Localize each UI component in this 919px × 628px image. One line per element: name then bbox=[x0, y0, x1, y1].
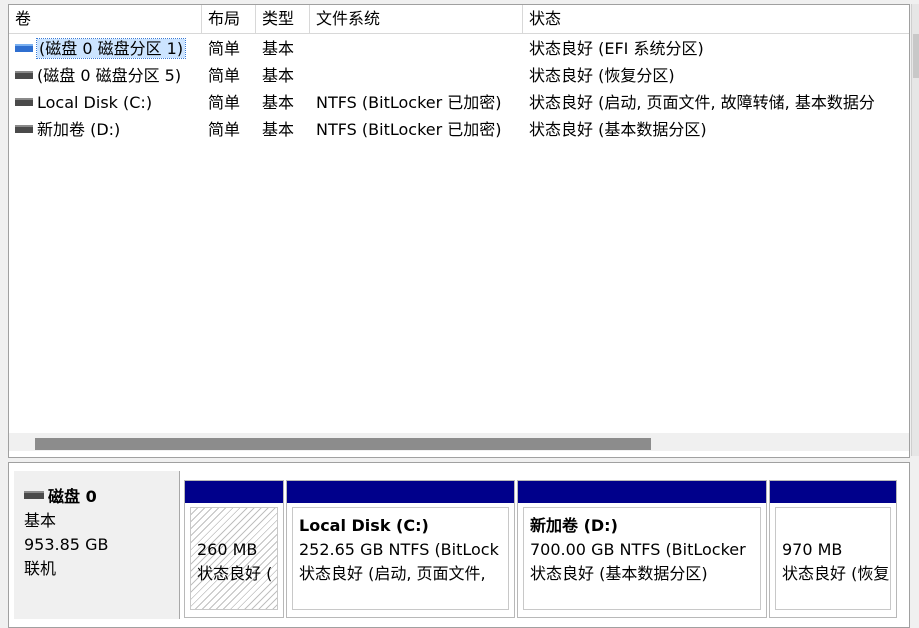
layout-cell: 简单 bbox=[208, 66, 241, 85]
scrollbar-thumb[interactable] bbox=[913, 34, 919, 78]
volume-name-cell: 新加卷 (D:) bbox=[9, 116, 202, 143]
volume-list[interactable]: 卷 布局 类型 文件系统 状态 (磁盘 0 磁盘分区 1) 简单 基本 状态良好… bbox=[8, 4, 910, 458]
volume-name: Local Disk (C:) bbox=[37, 93, 153, 112]
partition-bar bbox=[287, 481, 514, 503]
partition-body: Local Disk (C:) 252.65 GB NTFS (BitLock … bbox=[292, 507, 509, 610]
blue-volume-icon bbox=[15, 43, 33, 52]
filesystem-cell: NTFS (BitLocker 已加密) bbox=[316, 93, 502, 112]
partition-status: 状态良好 (恢复 bbox=[782, 564, 890, 583]
disk-info[interactable]: 磁盘 0 基本 953.85 GB 联机 bbox=[14, 471, 180, 619]
status-cell: 状态良好 (EFI 系统分区) bbox=[529, 39, 704, 58]
type-cell: 基本 bbox=[262, 39, 295, 58]
volume-icon bbox=[15, 97, 33, 106]
partition-size: 970 MB bbox=[782, 540, 843, 559]
partition-bar bbox=[185, 481, 283, 503]
partition-efi[interactable]: 260 MB 状态良好 ( bbox=[184, 480, 284, 618]
disk-map: 磁盘 0 基本 953.85 GB 联机 260 MB 状态良好 ( Local… bbox=[8, 462, 910, 628]
type-cell: 基本 bbox=[262, 66, 295, 85]
volume-icon bbox=[15, 70, 33, 79]
partition-recovery[interactable]: 970 MB 状态良好 (恢复 bbox=[769, 480, 897, 618]
layout-cell: 简单 bbox=[208, 39, 241, 58]
partition-body: 新加卷 (D:) 700.00 GB NTFS (BitLocker 状态良好 … bbox=[523, 507, 761, 610]
table-row[interactable]: (磁盘 0 磁盘分区 5) 简单 基本 状态良好 (恢复分区) bbox=[9, 62, 909, 89]
scrollbar-thumb[interactable] bbox=[35, 438, 651, 450]
volume-icon bbox=[15, 124, 33, 133]
table-row[interactable]: Local Disk (C:) 简单 基本 NTFS (BitLocker 已加… bbox=[9, 89, 909, 116]
layout-cell: 简单 bbox=[208, 93, 241, 112]
filesystem-cell: NTFS (BitLocker 已加密) bbox=[316, 120, 502, 139]
partition-c[interactable]: Local Disk (C:) 252.65 GB NTFS (BitLock … bbox=[286, 480, 515, 618]
horizontal-scrollbar[interactable] bbox=[9, 433, 909, 451]
list-header: 卷 布局 类型 文件系统 状态 bbox=[9, 5, 909, 34]
partition-body: 260 MB 状态良好 ( bbox=[190, 507, 278, 610]
layout-cell: 简单 bbox=[208, 120, 241, 139]
volume-name-cell: (磁盘 0 磁盘分区 1) bbox=[9, 35, 202, 62]
type-cell: 基本 bbox=[262, 93, 295, 112]
volume-name-cell: Local Disk (C:) bbox=[9, 89, 202, 116]
volume-name-cell: (磁盘 0 磁盘分区 5) bbox=[9, 62, 202, 89]
disk-type: 基本 bbox=[24, 511, 57, 530]
disk-size: 953.85 GB bbox=[24, 535, 109, 554]
partition-body: 970 MB 状态良好 (恢复 bbox=[775, 507, 891, 610]
partition-size: 252.65 GB NTFS (BitLock bbox=[299, 540, 499, 559]
partition-status: 状态良好 (基本数据分区) bbox=[530, 564, 708, 583]
disk-state: 联机 bbox=[24, 559, 57, 578]
partition-size: 700.00 GB NTFS (BitLocker bbox=[530, 540, 746, 559]
status-cell: 状态良好 (基本数据分区) bbox=[529, 120, 707, 139]
filesystem-cell bbox=[310, 62, 523, 89]
status-cell: 状态良好 (启动, 页面文件, 故障转储, 基本数据分 bbox=[529, 93, 875, 112]
disk-name: 磁盘 0 bbox=[48, 487, 97, 506]
column-header-volume[interactable]: 卷 bbox=[9, 5, 202, 33]
table-row[interactable]: 新加卷 (D:) 简单 基本 NTFS (BitLocker 已加密) 状态良好… bbox=[9, 116, 909, 143]
disk-title: 磁盘 0 bbox=[24, 485, 179, 509]
partition-name bbox=[782, 514, 884, 538]
vertical-scrollbar[interactable] bbox=[911, 4, 919, 456]
partition-name: 新加卷 (D:) bbox=[530, 516, 618, 535]
partition-status: 状态良好 (启动, 页面文件, bbox=[299, 564, 486, 583]
status-cell: 状态良好 (恢复分区) bbox=[529, 66, 675, 85]
filesystem-cell bbox=[310, 35, 523, 62]
disk-icon bbox=[24, 491, 44, 499]
volume-name: (磁盘 0 磁盘分区 1) bbox=[35, 38, 187, 59]
column-header-status[interactable]: 状态 bbox=[523, 5, 909, 33]
partition-bar bbox=[770, 481, 896, 503]
column-header-layout[interactable]: 布局 bbox=[202, 5, 256, 33]
column-header-type[interactable]: 类型 bbox=[256, 5, 310, 33]
partition-size: 260 MB bbox=[197, 540, 258, 559]
column-header-filesystem[interactable]: 文件系统 bbox=[310, 5, 523, 33]
partition-name bbox=[197, 514, 271, 538]
partition-status: 状态良好 ( bbox=[197, 564, 273, 583]
partition-bar bbox=[518, 481, 766, 503]
partition-d[interactable]: 新加卷 (D:) 700.00 GB NTFS (BitLocker 状态良好 … bbox=[517, 480, 767, 618]
partition-name: Local Disk (C:) bbox=[299, 516, 429, 535]
volume-name: 新加卷 (D:) bbox=[37, 120, 121, 139]
volume-name: (磁盘 0 磁盘分区 5) bbox=[37, 66, 182, 85]
table-row[interactable]: (磁盘 0 磁盘分区 1) 简单 基本 状态良好 (EFI 系统分区) bbox=[9, 35, 909, 62]
type-cell: 基本 bbox=[262, 120, 295, 139]
